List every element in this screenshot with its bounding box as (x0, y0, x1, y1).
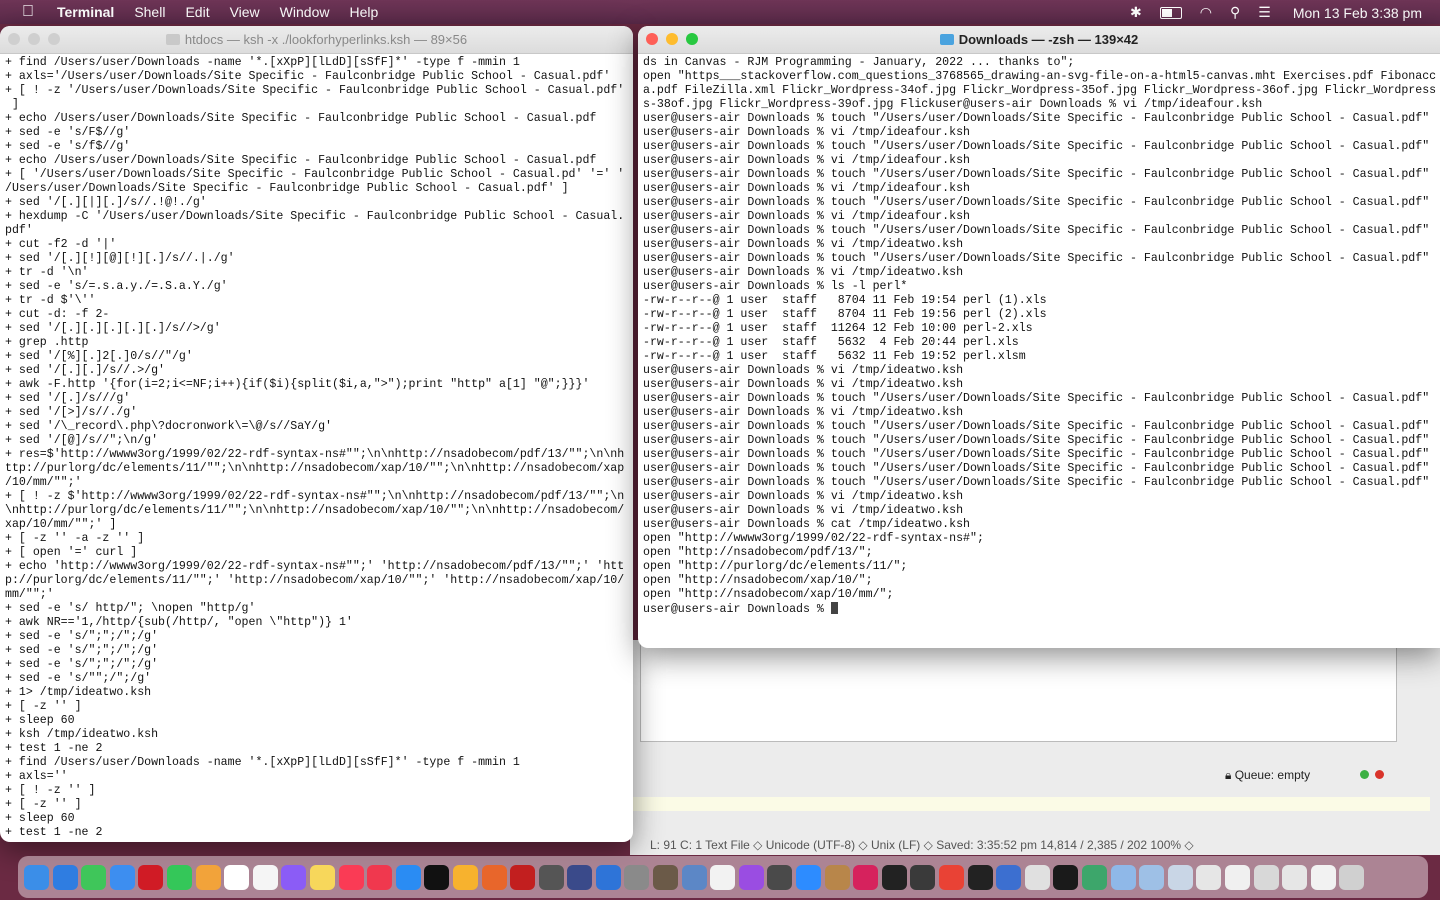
zoom-icon[interactable] (796, 864, 822, 890)
queue-label: Queue: empty (1234, 768, 1311, 782)
window-title-text: htdocs — ksh -x ./lookforhyperlinks.ksh … (184, 32, 468, 47)
folder-2-icon[interactable] (1139, 864, 1165, 890)
window-title: htdocs — ksh -x ./lookforhyperlinks.ksh … (0, 32, 633, 47)
control-center-icon[interactable]: ☰ (1258, 4, 1271, 21)
gimp-icon[interactable] (653, 864, 679, 890)
menu-window[interactable]: Window (280, 4, 330, 20)
apple-icon[interactable]:  (22, 3, 34, 21)
terminal-window-zsh[interactable]: Downloads — -zsh — 139×42 ds in Canvas -… (638, 26, 1440, 648)
menu-edit[interactable]: Edit (185, 4, 209, 20)
terminal-icon[interactable] (881, 864, 907, 890)
menu-help[interactable]: Help (349, 4, 378, 20)
chrome-icon[interactable] (939, 864, 964, 890)
window-titlebar[interactable]: Downloads — -zsh — 139×42 (638, 26, 1440, 54)
system-preferences-icon[interactable] (624, 864, 650, 890)
menu-items: Terminal Shell Edit View Window Help (57, 4, 398, 20)
news-icon[interactable] (367, 864, 393, 890)
podcasts-icon[interactable] (738, 864, 764, 890)
folder-icon (165, 34, 180, 45)
mail-icon[interactable] (109, 864, 135, 890)
terminal-output[interactable]: ds in Canvas - RJM Programming - January… (638, 54, 1440, 619)
finder-icon[interactable] (24, 864, 49, 890)
status-menus: ✱ ◠ ⚲ ☰ Mon 13 Feb 3:38 pm (1130, 4, 1422, 21)
window-2-icon[interactable] (1224, 864, 1250, 890)
menu-shell[interactable]: Shell (134, 4, 165, 20)
filezilla-icon[interactable] (510, 864, 536, 890)
window-title: Downloads — -zsh — 139×42 (638, 32, 1440, 47)
battery-level (1161, 8, 1172, 17)
apple-tv-icon[interactable] (424, 864, 450, 890)
highlight-row (630, 797, 1430, 811)
quicktime-icon[interactable] (910, 864, 936, 890)
window-4-icon[interactable] (1282, 864, 1308, 890)
app-store-icon[interactable] (395, 864, 421, 890)
contacts-icon[interactable] (824, 864, 850, 890)
window-3-icon[interactable] (1253, 864, 1279, 890)
music-icon[interactable] (338, 864, 364, 890)
window-titlebar[interactable]: htdocs — ksh -x ./lookforhyperlinks.ksh … (0, 26, 633, 54)
bluetooth-icon[interactable]: ✱ (1130, 4, 1142, 21)
status-dots (1360, 770, 1384, 779)
calendar-icon[interactable] (224, 864, 250, 890)
calculator-icon[interactable] (538, 864, 564, 890)
preview-icon[interactable] (681, 864, 707, 890)
bbedit-icon[interactable] (567, 864, 593, 890)
menu-app-name[interactable]: Terminal (57, 4, 114, 20)
menu-bar:  Terminal Shell Edit View Window Help ✱… (0, 0, 1440, 24)
terminal-window-ksh[interactable]: htdocs — ksh -x ./lookforhyperlinks.ksh … (0, 26, 633, 842)
folder-icon (939, 34, 954, 45)
intellij-icon[interactable] (853, 864, 879, 890)
photos-icon[interactable] (195, 864, 221, 890)
text-cursor (830, 602, 838, 614)
reminders-icon[interactable] (252, 864, 278, 890)
menu-view[interactable]: View (230, 4, 260, 20)
window-1-icon[interactable] (1196, 864, 1222, 890)
textedit-icon[interactable] (710, 864, 736, 890)
xcode-icon[interactable] (595, 864, 621, 890)
vysor-icon[interactable] (1081, 864, 1107, 890)
window-title-text: Downloads — -zsh — 139×42 (958, 32, 1139, 47)
firefox-icon[interactable] (481, 864, 507, 890)
folder-1-icon[interactable] (1110, 864, 1136, 890)
folder-3-icon[interactable] (1167, 864, 1193, 890)
arc-app-icon[interactable] (996, 864, 1022, 890)
facetime-icon[interactable] (166, 864, 192, 890)
launchpad-icon[interactable] (281, 864, 307, 890)
editor-status-bar: L: 91 C: 1 Text File ◇ Unicode (UTF-8) ◇… (650, 838, 1194, 852)
inkscape-icon[interactable] (967, 864, 993, 890)
safari-icon[interactable] (52, 864, 78, 890)
dock (18, 856, 1428, 898)
window-5-icon[interactable] (1310, 864, 1336, 890)
activity-monitor-icon[interactable] (1053, 864, 1079, 890)
terminal-prompt: user@users-air Downloads % (643, 603, 831, 616)
script-editor-icon[interactable] (1024, 864, 1050, 890)
editor-pane[interactable] (640, 640, 1397, 742)
terminal-output[interactable]: + find /Users/user/Downloads -name '*.[x… (0, 54, 633, 842)
trash-icon[interactable] (1339, 864, 1365, 890)
gimp-2-icon[interactable] (767, 864, 793, 890)
notes-icon[interactable] (309, 864, 335, 890)
red-status-icon (1375, 770, 1384, 779)
spotlight-search-icon[interactable]: ⚲ (1230, 4, 1240, 21)
wifi-icon[interactable]: ◠ (1200, 4, 1212, 21)
background-editor-window: 🔒︎ Queue: empty L: 91 C: 1 Text File ◇ U… (630, 640, 1440, 855)
messages-icon[interactable] (81, 864, 107, 890)
sketch-icon[interactable] (452, 864, 478, 890)
green-status-icon (1360, 770, 1369, 779)
battery-icon[interactable] (1159, 6, 1182, 19)
terminal-history: ds in Canvas - RJM Programming - January… (643, 56, 1437, 601)
opera-icon[interactable] (138, 864, 164, 890)
menu-clock[interactable]: Mon 13 Feb 3:38 pm (1293, 5, 1422, 21)
queue-status: 🔒︎ Queue: empty (1225, 768, 1311, 782)
